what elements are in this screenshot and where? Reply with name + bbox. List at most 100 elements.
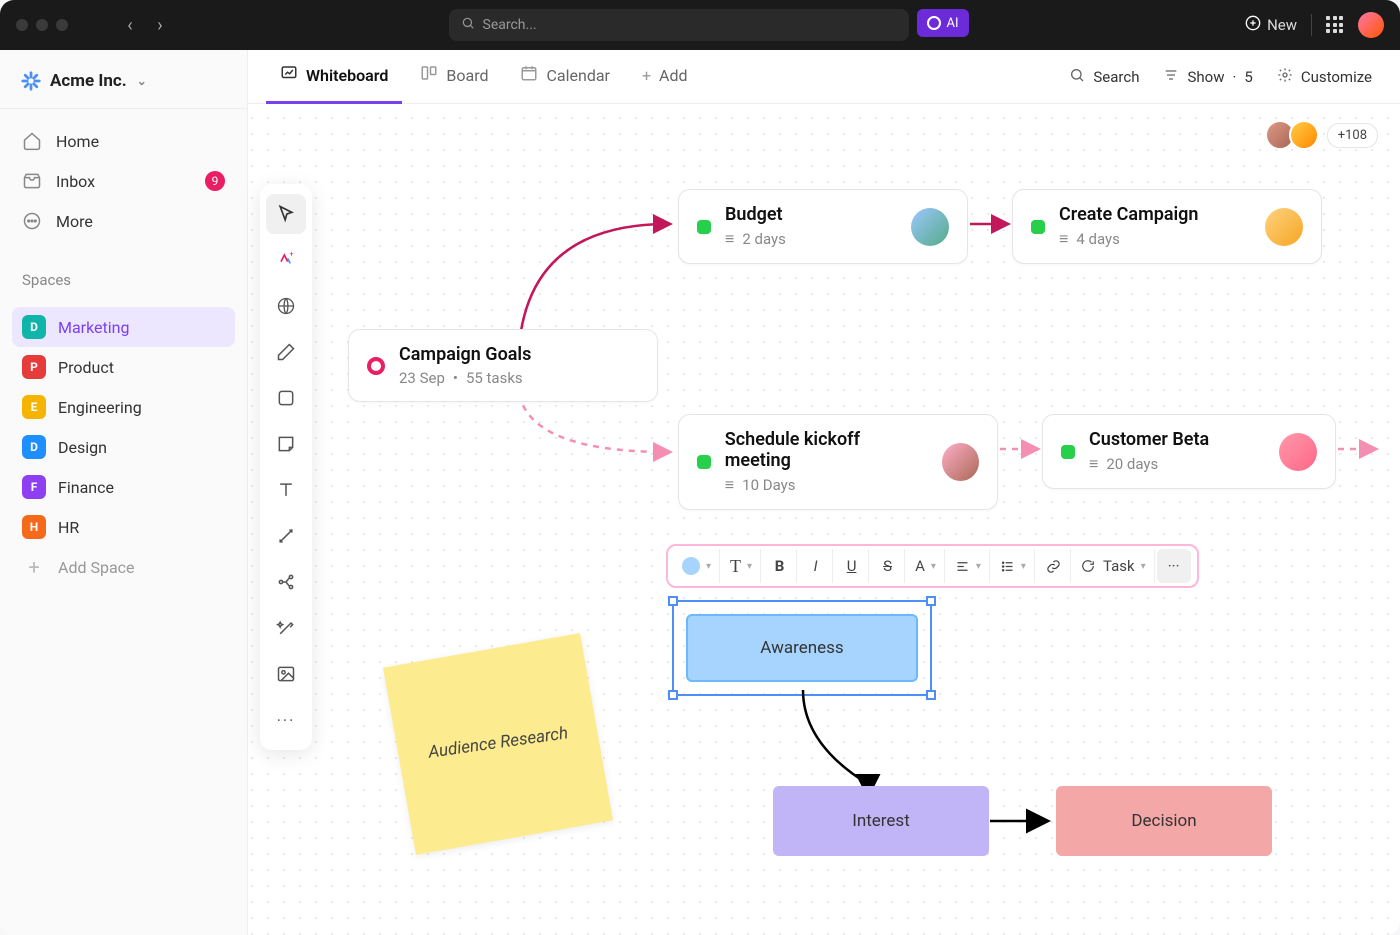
nav-home[interactable]: Home: [12, 121, 235, 161]
presence-count[interactable]: +108: [1327, 123, 1378, 148]
filter-icon: [1163, 67, 1179, 87]
card-customer-beta[interactable]: Customer Beta ≡20 days: [1042, 414, 1336, 489]
shape-decision[interactable]: Decision: [1056, 786, 1272, 856]
tool-text[interactable]: [266, 470, 306, 510]
card-create-campaign[interactable]: Create Campaign ≡4 days: [1012, 189, 1322, 264]
ai-icon: [927, 16, 941, 30]
apps-grid-icon[interactable]: [1326, 16, 1344, 34]
add-space[interactable]: +Add Space: [12, 547, 235, 587]
shape-awareness[interactable]: Awareness: [686, 614, 918, 682]
space-label: Marketing: [58, 318, 129, 337]
tab-whiteboard[interactable]: Whiteboard: [266, 50, 402, 104]
presence-avatar[interactable]: [1289, 120, 1319, 150]
assignee-avatar[interactable]: [1265, 208, 1303, 246]
list-icon: ≡: [1059, 229, 1068, 249]
whiteboard-canvas[interactable]: +108 + ···: [248, 104, 1400, 935]
status-dot: [697, 220, 711, 234]
nav-more[interactable]: More: [12, 201, 235, 241]
status-ring-icon: [367, 357, 385, 375]
forward-button[interactable]: ›: [148, 13, 172, 37]
action-search[interactable]: Search: [1059, 67, 1149, 87]
tool-web[interactable]: [266, 286, 306, 326]
sticky-note[interactable]: Audience Research: [383, 633, 613, 855]
space-item-marketing[interactable]: D Marketing: [12, 307, 235, 347]
plus-icon: [1245, 15, 1261, 35]
card-campaign-goals[interactable]: Campaign Goals 23 Sep•55 tasks: [348, 329, 658, 402]
close-dot[interactable]: [16, 19, 28, 31]
space-icon: F: [22, 475, 46, 499]
space-icon: E: [22, 395, 46, 419]
space-item-hr[interactable]: H HR: [12, 507, 235, 547]
tool-more[interactable]: ···: [266, 700, 306, 740]
sticky-text: Audience Research: [427, 722, 570, 765]
minimize-dot[interactable]: [36, 19, 48, 31]
board-icon: [420, 64, 438, 86]
assignee-avatar[interactable]: [942, 443, 979, 481]
assignee-avatar[interactable]: [911, 208, 949, 246]
color-swatch: [682, 557, 700, 575]
link-button[interactable]: [1037, 549, 1071, 583]
strike-button[interactable]: S: [871, 549, 905, 583]
space-item-product[interactable]: PProduct: [12, 347, 235, 387]
tool-mindmap[interactable]: [266, 562, 306, 602]
shape-interest[interactable]: Interest: [773, 786, 989, 856]
action-customize[interactable]: Customize: [1267, 67, 1382, 87]
bold-button[interactable]: B: [763, 549, 797, 583]
workspace-selector[interactable]: Acme Inc. ⌄: [0, 50, 247, 108]
tool-select[interactable]: [266, 194, 306, 234]
logo-icon: [20, 70, 42, 92]
tool-shape[interactable]: [266, 378, 306, 418]
gear-icon: [1277, 67, 1293, 87]
tab-calendar[interactable]: Calendar: [506, 50, 623, 104]
whiteboard-icon: [280, 64, 298, 86]
new-button[interactable]: New: [1245, 15, 1297, 35]
space-icon: H: [22, 515, 46, 539]
italic-button[interactable]: I: [799, 549, 833, 583]
tab-add[interactable]: + Add: [628, 50, 702, 104]
text-color[interactable]: A▾: [907, 549, 945, 583]
nav-inbox[interactable]: Inbox 9: [12, 161, 235, 201]
space-label: Engineering: [58, 398, 142, 417]
tool-magic[interactable]: [266, 608, 306, 648]
list-button[interactable]: ▾: [992, 549, 1035, 583]
tool-image[interactable]: [266, 654, 306, 694]
card-budget[interactable]: Budget ≡2 days: [678, 189, 968, 264]
convert-task[interactable]: Task▾: [1073, 549, 1155, 583]
space-label: Design: [58, 438, 107, 457]
tool-ai[interactable]: +: [266, 240, 306, 280]
plus-icon: +: [22, 555, 46, 579]
assignee-avatar[interactable]: [1279, 433, 1317, 471]
font-family[interactable]: T▾: [722, 549, 761, 583]
ai-button[interactable]: AI: [917, 9, 969, 37]
user-avatar[interactable]: [1358, 12, 1384, 38]
space-icon: D: [22, 315, 46, 339]
underline-button[interactable]: U: [835, 549, 869, 583]
space-label: HR: [58, 518, 79, 537]
status-dot: [697, 455, 711, 469]
align-button[interactable]: ▾: [947, 549, 990, 583]
tool-pen[interactable]: [266, 332, 306, 372]
whiteboard-toolbar: + ···: [260, 184, 312, 750]
chevron-down-icon: ⌄: [137, 74, 147, 88]
space-item-finance[interactable]: FFinance: [12, 467, 235, 507]
tab-board[interactable]: Board: [406, 50, 502, 104]
global-search[interactable]: Search...: [449, 9, 909, 41]
titlebar: ‹ › Search... AI New: [0, 0, 1400, 50]
back-button[interactable]: ‹: [118, 13, 142, 37]
list-icon: ≡: [1089, 454, 1098, 474]
sidebar: Acme Inc. ⌄ Home Inbox 9: [0, 50, 248, 935]
inbox-icon: [22, 171, 42, 191]
card-kickoff[interactable]: Schedule kickoff meeting ≡10 Days: [678, 414, 998, 510]
format-toolbar: ▾ T▾ B I U S A▾ ▾ ▾ Task▾ ···: [666, 544, 1199, 588]
search-icon: [461, 16, 475, 34]
tool-connector[interactable]: [266, 516, 306, 556]
space-item-design[interactable]: DDesign: [12, 427, 235, 467]
space-item-engineering[interactable]: E Engineering: [12, 387, 235, 427]
view-tabs: Whiteboard Board Calendar + Add: [248, 50, 1400, 104]
more-button[interactable]: ···: [1157, 549, 1191, 583]
fill-color[interactable]: ▾: [674, 549, 720, 583]
card-title: Schedule kickoff meeting: [725, 429, 928, 471]
maximize-dot[interactable]: [56, 19, 68, 31]
tool-sticky[interactable]: [266, 424, 306, 464]
action-show[interactable]: Show · 5: [1153, 67, 1262, 87]
